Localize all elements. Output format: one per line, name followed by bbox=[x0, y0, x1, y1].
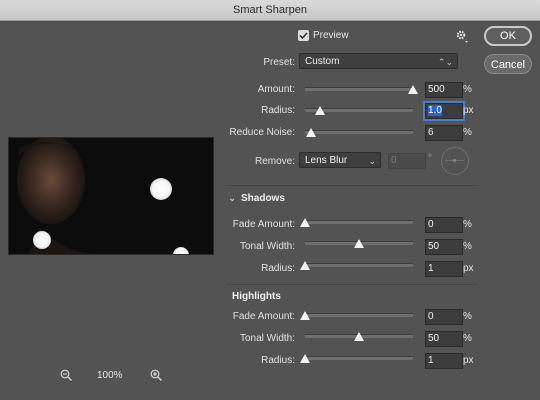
shadows-fade-unit: % bbox=[463, 219, 472, 230]
shadows-tonal-input[interactable]: 50 bbox=[425, 239, 463, 255]
shadows-radius-unit: px bbox=[463, 263, 474, 274]
degree-symbol: ° bbox=[428, 153, 432, 164]
reduce-noise-slider-thumb[interactable] bbox=[306, 128, 317, 137]
divider bbox=[226, 185, 478, 186]
amount-slider-thumb[interactable] bbox=[408, 85, 418, 94]
window-title: Smart Sharpen bbox=[233, 4, 307, 16]
cancel-button[interactable]: Cancel bbox=[484, 54, 532, 74]
highlights-fade-slider-thumb[interactable] bbox=[300, 311, 310, 320]
shadows-tonal-unit: % bbox=[463, 241, 472, 252]
remove-label: Remove: bbox=[254, 156, 295, 167]
angle-input: 0 bbox=[388, 153, 426, 169]
title-bar: Smart Sharpen bbox=[0, 0, 540, 21]
radius-slider-thumb[interactable] bbox=[315, 106, 326, 115]
divider bbox=[226, 284, 478, 285]
angle-dial bbox=[441, 147, 469, 175]
preset-label: Preset: bbox=[263, 57, 295, 68]
preset-select[interactable]: Custom ⌃⌄ bbox=[299, 53, 458, 69]
checkmark-icon bbox=[299, 32, 308, 40]
highlights-radius-slider-track[interactable] bbox=[305, 356, 413, 360]
highlights-tonal-unit: % bbox=[463, 333, 472, 344]
shadows-radius-label: Radius: bbox=[261, 263, 295, 274]
zoom-level: 100% bbox=[97, 370, 123, 381]
amount-unit: % bbox=[463, 84, 472, 95]
reduce-noise-unit: % bbox=[463, 127, 472, 138]
highlights-radius-unit: px bbox=[463, 355, 474, 366]
zoom-in-icon[interactable] bbox=[150, 369, 162, 384]
preview-photo bbox=[9, 138, 213, 254]
radius-label: Radius: bbox=[261, 105, 295, 116]
highlights-tonal-label: Tonal Width: bbox=[239, 333, 295, 344]
highlights-fade-label: Fade Amount: bbox=[232, 311, 295, 322]
shadows-fade-slider-track[interactable] bbox=[305, 220, 413, 224]
amount-slider-track[interactable] bbox=[305, 87, 413, 91]
shadows-radius-input[interactable]: 1 bbox=[425, 261, 463, 277]
highlights-tonal-input[interactable]: 50 bbox=[425, 331, 463, 347]
preview-image[interactable] bbox=[8, 137, 214, 255]
amount-input[interactable]: 500 bbox=[425, 82, 463, 98]
reduce-noise-input[interactable]: 6 bbox=[425, 125, 463, 141]
radius-value: 1.0 bbox=[428, 105, 442, 116]
shadows-tonal-slider-thumb[interactable] bbox=[354, 239, 364, 248]
shadows-fade-slider-thumb[interactable] bbox=[300, 218, 310, 227]
highlights-fade-unit: % bbox=[463, 311, 472, 322]
highlights-tonal-slider-thumb[interactable] bbox=[354, 332, 364, 341]
preview-label: Preview bbox=[313, 30, 349, 41]
shadows-fade-label: Fade Amount: bbox=[232, 219, 295, 230]
reduce-noise-label: Reduce Noise: bbox=[229, 127, 295, 138]
shadows-tonal-label: Tonal Width: bbox=[239, 241, 295, 252]
highlights-title: Highlights bbox=[232, 291, 281, 302]
chevron-down-icon: ⌄ bbox=[368, 156, 376, 166]
remove-select[interactable]: Lens Blur ⌄ bbox=[299, 152, 381, 168]
zoom-out-icon[interactable] bbox=[60, 369, 72, 384]
preview-checkbox[interactable] bbox=[298, 30, 309, 41]
gear-icon[interactable] bbox=[455, 29, 469, 46]
chevron-down-icon[interactable]: ⌄ bbox=[228, 193, 236, 204]
amount-label: Amount: bbox=[257, 84, 295, 95]
highlights-fade-slider-track[interactable] bbox=[305, 313, 413, 317]
ok-button[interactable]: OK bbox=[484, 26, 532, 46]
radius-unit: px bbox=[463, 105, 474, 116]
preset-value: Custom bbox=[305, 56, 340, 67]
reduce-noise-slider-track[interactable] bbox=[305, 130, 413, 134]
angle-dial-center bbox=[453, 159, 456, 162]
remove-value: Lens Blur bbox=[305, 155, 348, 166]
shadows-fade-input[interactable]: 0 bbox=[425, 217, 463, 233]
highlights-radius-slider-thumb[interactable] bbox=[300, 354, 310, 363]
shadows-radius-slider-track[interactable] bbox=[305, 263, 413, 267]
radius-input[interactable]: 1.0 bbox=[423, 101, 465, 121]
shadows-radius-slider-thumb[interactable] bbox=[300, 261, 310, 270]
highlights-fade-input[interactable]: 0 bbox=[425, 309, 463, 325]
highlights-radius-label: Radius: bbox=[261, 355, 295, 366]
highlights-radius-input[interactable]: 1 bbox=[425, 353, 463, 369]
shadows-title: Shadows bbox=[241, 193, 285, 204]
chevron-updown-icon: ⌃⌄ bbox=[437, 57, 453, 67]
